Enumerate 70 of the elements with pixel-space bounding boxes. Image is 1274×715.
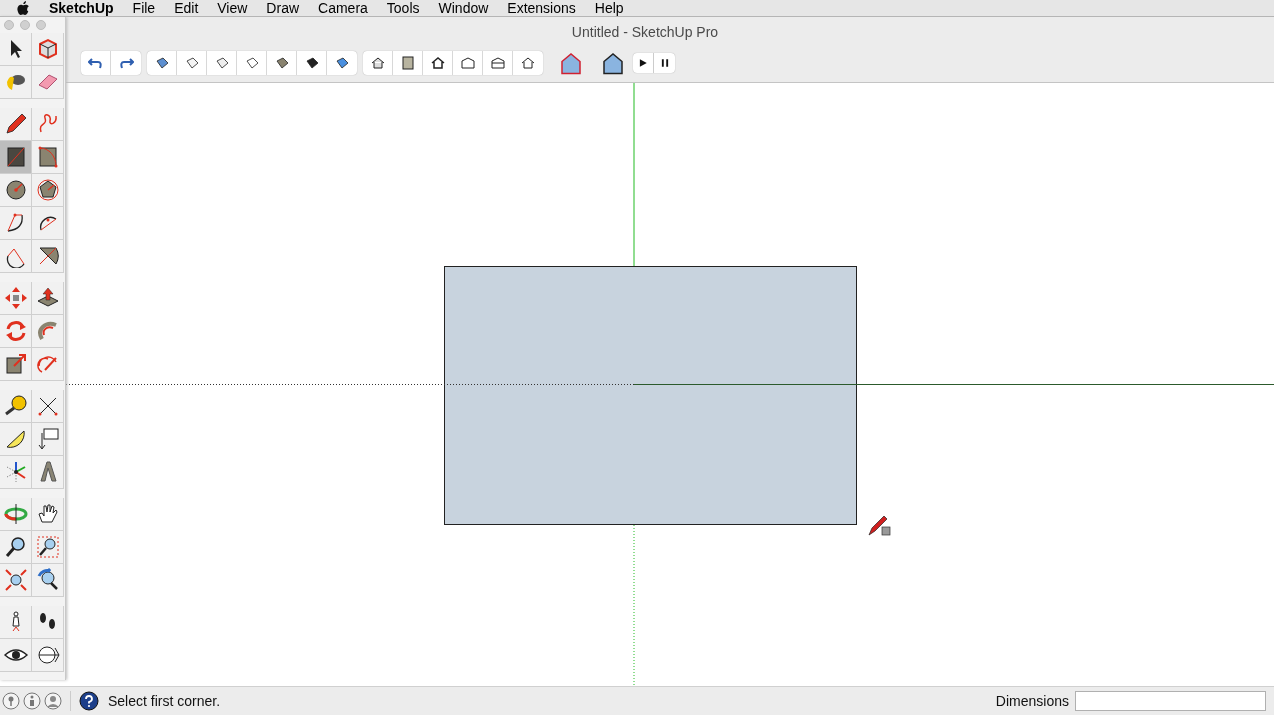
house-icon	[369, 55, 386, 71]
tool-button[interactable]	[0, 66, 32, 99]
tool-button[interactable]	[32, 531, 64, 564]
play-icon	[638, 58, 648, 68]
tool-button[interactable]	[0, 33, 32, 66]
window-title: Untitled - SketchUp Pro	[571, 23, 719, 42]
info-icon[interactable]	[23, 692, 41, 710]
pencil-icon	[3, 112, 28, 136]
menu-item[interactable]: Extensions	[507, 0, 576, 19]
undo-icon	[87, 55, 104, 71]
menu-item[interactable]: Help	[594, 0, 624, 19]
orbit-icon	[3, 502, 28, 526]
hand-icon	[35, 502, 60, 526]
tool-button[interactable]	[0, 531, 32, 564]
tool-button[interactable]	[32, 498, 64, 531]
menu-item[interactable]: File	[132, 0, 156, 19]
house-3d-icon	[559, 51, 583, 75]
status-message: Select first corner.	[108, 691, 221, 711]
redo-icon	[118, 55, 134, 71]
tool-button[interactable]	[32, 141, 64, 174]
tool-button[interactable]	[0, 108, 32, 141]
house-side-icon	[459, 55, 476, 71]
box-icon	[399, 55, 416, 71]
zoom-extents-icon	[3, 568, 28, 592]
tool-button[interactable]	[32, 606, 64, 639]
tool-button[interactable]	[32, 207, 64, 240]
app-menu[interactable]: SketchUp	[49, 0, 114, 19]
dimensions-input-field[interactable]	[1075, 691, 1266, 711]
curved-arrow-icon	[35, 319, 60, 343]
polygon-icon	[35, 178, 60, 202]
magnifier-icon	[3, 535, 28, 559]
tool-button[interactable]	[0, 639, 32, 672]
tool-button[interactable]	[32, 390, 64, 423]
tool-button[interactable]	[0, 141, 32, 174]
dimensions-label: Dimensions	[995, 691, 1069, 711]
standing-figure-icon	[9, 611, 22, 633]
tape-measure-icon	[3, 394, 28, 418]
tool-button[interactable]	[32, 174, 64, 207]
menu-item[interactable]: Draw	[266, 0, 300, 19]
tool-button[interactable]	[32, 282, 64, 315]
user-icon[interactable]	[44, 692, 62, 710]
help-icon[interactable]	[79, 691, 99, 711]
menu-item[interactable]: Camera	[318, 0, 368, 19]
house-side-icon	[489, 55, 506, 71]
pause-icon	[659, 58, 670, 68]
menu-item[interactable]: View	[217, 0, 248, 19]
tool-button[interactable]	[32, 564, 64, 597]
tool-button[interactable]	[0, 348, 32, 381]
four-arrows-icon	[3, 286, 28, 310]
tool-button[interactable]	[0, 207, 32, 240]
section-plane-icon	[35, 643, 60, 667]
circle-icon	[3, 178, 28, 202]
tool-button[interactable]	[32, 639, 64, 672]
menu-item[interactable]: Edit	[174, 0, 199, 19]
house-icon	[429, 55, 446, 71]
face-style-icon	[334, 55, 350, 71]
pencil-cursor-icon	[868, 515, 891, 536]
house-outline-icon	[520, 55, 536, 71]
house-3d-icon	[601, 51, 625, 75]
menu-item[interactable]: Window	[438, 0, 489, 19]
tool-button[interactable]	[0, 390, 32, 423]
scale-icon	[3, 352, 28, 376]
geo-location-icon[interactable]	[2, 692, 20, 710]
tool-button[interactable]	[32, 240, 64, 273]
zoom-window-icon	[35, 535, 60, 559]
apple-logo-icon[interactable]	[16, 0, 30, 16]
tool-button[interactable]	[0, 423, 32, 456]
previous-view-icon	[35, 568, 60, 592]
tool-button[interactable]	[0, 174, 32, 207]
menu-item[interactable]: Tools	[386, 0, 420, 19]
